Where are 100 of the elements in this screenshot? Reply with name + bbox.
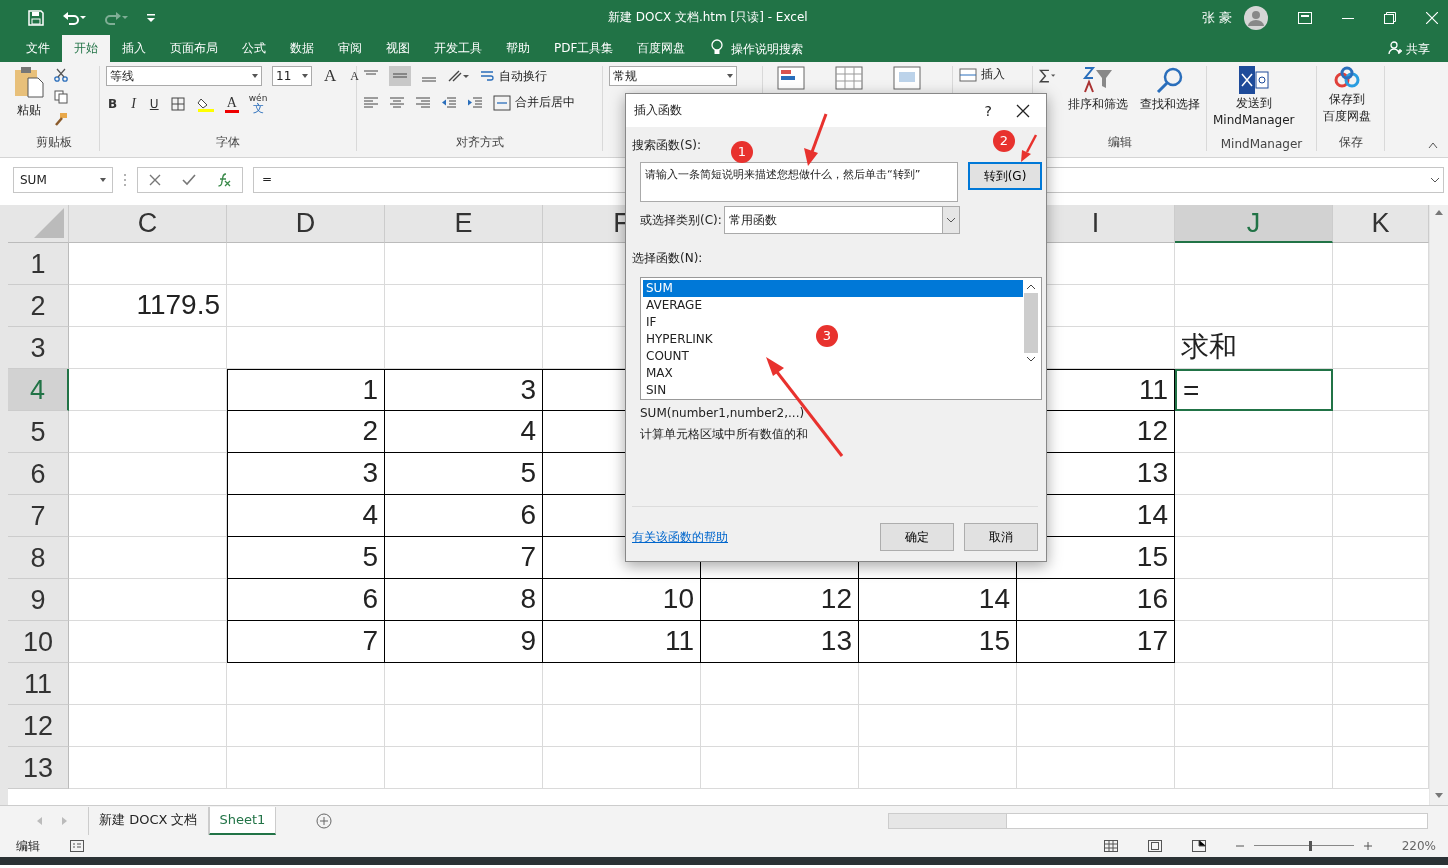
ribbon-tab[interactable]: 文件 bbox=[14, 35, 62, 62]
ribbon-tab[interactable]: 视图 bbox=[374, 35, 422, 62]
ribbon-tab[interactable]: 审阅 bbox=[326, 35, 374, 62]
share-button[interactable]: 共享 bbox=[1406, 36, 1430, 62]
column-header[interactable]: J bbox=[1175, 205, 1333, 243]
restore-icon[interactable] bbox=[1384, 11, 1396, 24]
decrease-indent-icon[interactable] bbox=[441, 95, 457, 110]
normal-view-icon[interactable] bbox=[1103, 840, 1118, 852]
row-header[interactable]: 3 bbox=[8, 327, 69, 369]
function-item[interactable]: SUM bbox=[643, 280, 1023, 297]
wrap-text-button[interactable]: 自动换行 bbox=[499, 67, 547, 85]
send-mindmanager-button[interactable]: 发送到 MindManager bbox=[1213, 66, 1295, 128]
zoom-in-icon[interactable] bbox=[1363, 842, 1372, 850]
bold-button[interactable]: B bbox=[106, 97, 120, 111]
row-header[interactable]: 5 bbox=[8, 411, 69, 453]
paste-button[interactable]: 粘贴 bbox=[14, 66, 44, 119]
collapse-ribbon-icon[interactable] bbox=[1428, 141, 1438, 149]
zoom-thumb[interactable] bbox=[1308, 841, 1312, 851]
align-center-icon[interactable] bbox=[389, 95, 405, 110]
macro-record-icon[interactable] bbox=[70, 840, 84, 852]
help-button[interactable]: ? bbox=[984, 102, 992, 119]
ribbon-tab[interactable]: 帮助 bbox=[494, 35, 542, 62]
grow-font-button[interactable]: A bbox=[322, 66, 339, 86]
ribbon-tab[interactable]: 页面布局 bbox=[158, 35, 230, 62]
tell-me-search[interactable]: 操作说明搜索 bbox=[731, 36, 804, 62]
sort-filter-button[interactable]: 排序和筛选 bbox=[1068, 66, 1128, 113]
row-header[interactable]: 10 bbox=[8, 621, 69, 663]
sheet-tab[interactable]: Sheet1 bbox=[208, 806, 277, 835]
function-item[interactable]: COUNT bbox=[643, 348, 689, 365]
row-header[interactable]: 9 bbox=[8, 579, 69, 621]
function-icon[interactable] bbox=[217, 173, 232, 187]
font-color-button[interactable]: A bbox=[224, 95, 239, 113]
cell-styles-icon[interactable] bbox=[893, 66, 921, 90]
avatar-icon[interactable] bbox=[1244, 5, 1268, 30]
copy-icon[interactable] bbox=[54, 90, 68, 104]
shrink-font-button[interactable]: A bbox=[348, 68, 361, 84]
help-link[interactable]: 有关该函数的帮助 bbox=[632, 528, 728, 546]
scissors-icon[interactable] bbox=[54, 68, 68, 82]
ribbon-tab[interactable]: 开发工具 bbox=[422, 35, 494, 62]
column-header[interactable]: D bbox=[227, 205, 385, 243]
ribbon-tab[interactable]: 开始 bbox=[62, 35, 110, 62]
orientation-icon[interactable] bbox=[447, 69, 469, 83]
check-icon[interactable] bbox=[182, 174, 196, 186]
column-header[interactable]: C bbox=[69, 205, 227, 243]
format-painter-icon[interactable] bbox=[54, 112, 68, 126]
fill-color-icon[interactable] bbox=[196, 96, 215, 112]
row-header[interactable]: 6 bbox=[8, 453, 69, 495]
redo-icon[interactable] bbox=[104, 9, 128, 26]
row-header[interactable]: 13 bbox=[8, 747, 69, 789]
function-item[interactable]: SIN bbox=[643, 382, 667, 399]
zoom-slider[interactable] bbox=[1253, 841, 1354, 851]
increase-indent-icon[interactable] bbox=[467, 95, 483, 110]
row-header[interactable]: 8 bbox=[8, 537, 69, 579]
ribbon-tab[interactable]: 数据 bbox=[278, 35, 326, 62]
row-header[interactable]: 1 bbox=[8, 243, 69, 285]
save-to-cloud-button[interactable]: 保存到 百度网盘 bbox=[1323, 66, 1371, 124]
ribbon-display-icon[interactable] bbox=[1298, 11, 1312, 24]
customize-icon[interactable] bbox=[146, 12, 156, 23]
row-header[interactable]: 2 bbox=[8, 285, 69, 327]
align-left-icon[interactable] bbox=[363, 95, 379, 110]
save-icon[interactable] bbox=[28, 9, 44, 26]
find-select-button[interactable]: 查找和选择 bbox=[1140, 66, 1200, 113]
page-break-icon[interactable] bbox=[1191, 840, 1206, 852]
function-item[interactable]: HYPERLINK bbox=[643, 331, 713, 348]
ribbon-tab[interactable]: PDF工具集 bbox=[542, 35, 626, 62]
ribbon-tab[interactable]: 百度网盘 bbox=[625, 35, 698, 62]
underline-button[interactable]: U bbox=[147, 97, 161, 111]
phonetic-button[interactable]: wén 文 bbox=[248, 94, 268, 114]
sheet-tab[interactable]: 新建 DOCX 文档 bbox=[88, 806, 209, 835]
row-header[interactable]: 4 bbox=[8, 369, 69, 411]
borders-icon[interactable] bbox=[170, 97, 187, 111]
italic-button[interactable]: I bbox=[129, 96, 138, 112]
conditional-format-icon[interactable] bbox=[777, 66, 805, 90]
page-layout-icon[interactable] bbox=[1147, 840, 1162, 852]
ribbon-tab[interactable]: 公式 bbox=[230, 35, 278, 62]
cancel-icon[interactable] bbox=[148, 174, 161, 186]
row-header[interactable]: 12 bbox=[8, 705, 69, 747]
column-header[interactable]: K bbox=[1333, 205, 1429, 243]
horizontal-scrollbar[interactable] bbox=[888, 812, 1428, 829]
close-icon[interactable] bbox=[1016, 103, 1030, 118]
function-item[interactable]: AVERAGE bbox=[643, 297, 702, 314]
font-name-field[interactable]: 等线 bbox=[106, 66, 262, 86]
cancel-button[interactable]: 取消 bbox=[964, 523, 1038, 551]
align-right-icon[interactable] bbox=[415, 95, 431, 110]
search-field[interactable]: 请输入一条简短说明来描述您想做什么，然后单击“转到” bbox=[640, 162, 958, 202]
category-dropdown[interactable]: 常用函数 bbox=[723, 206, 960, 234]
number-format-field[interactable]: 常规 bbox=[609, 66, 737, 86]
function-item[interactable]: IF bbox=[643, 314, 657, 331]
row-header[interactable]: 7 bbox=[8, 495, 69, 537]
table-format-icon[interactable] bbox=[835, 66, 863, 90]
font-size-field[interactable]: 11 bbox=[272, 66, 312, 86]
column-header[interactable]: E bbox=[385, 205, 543, 243]
add-sheet-icon[interactable] bbox=[316, 812, 333, 829]
ribbon-tab[interactable]: 插入 bbox=[110, 35, 158, 62]
row-header[interactable]: 11 bbox=[8, 663, 69, 705]
scroll-up-icon[interactable] bbox=[1026, 284, 1036, 290]
function-item[interactable]: MAX bbox=[643, 365, 673, 382]
merge-center-button[interactable]: 合并后居中 bbox=[515, 94, 575, 111]
ok-button[interactable]: 确定 bbox=[880, 523, 954, 551]
go-button[interactable]: 转到(G) bbox=[968, 162, 1042, 190]
